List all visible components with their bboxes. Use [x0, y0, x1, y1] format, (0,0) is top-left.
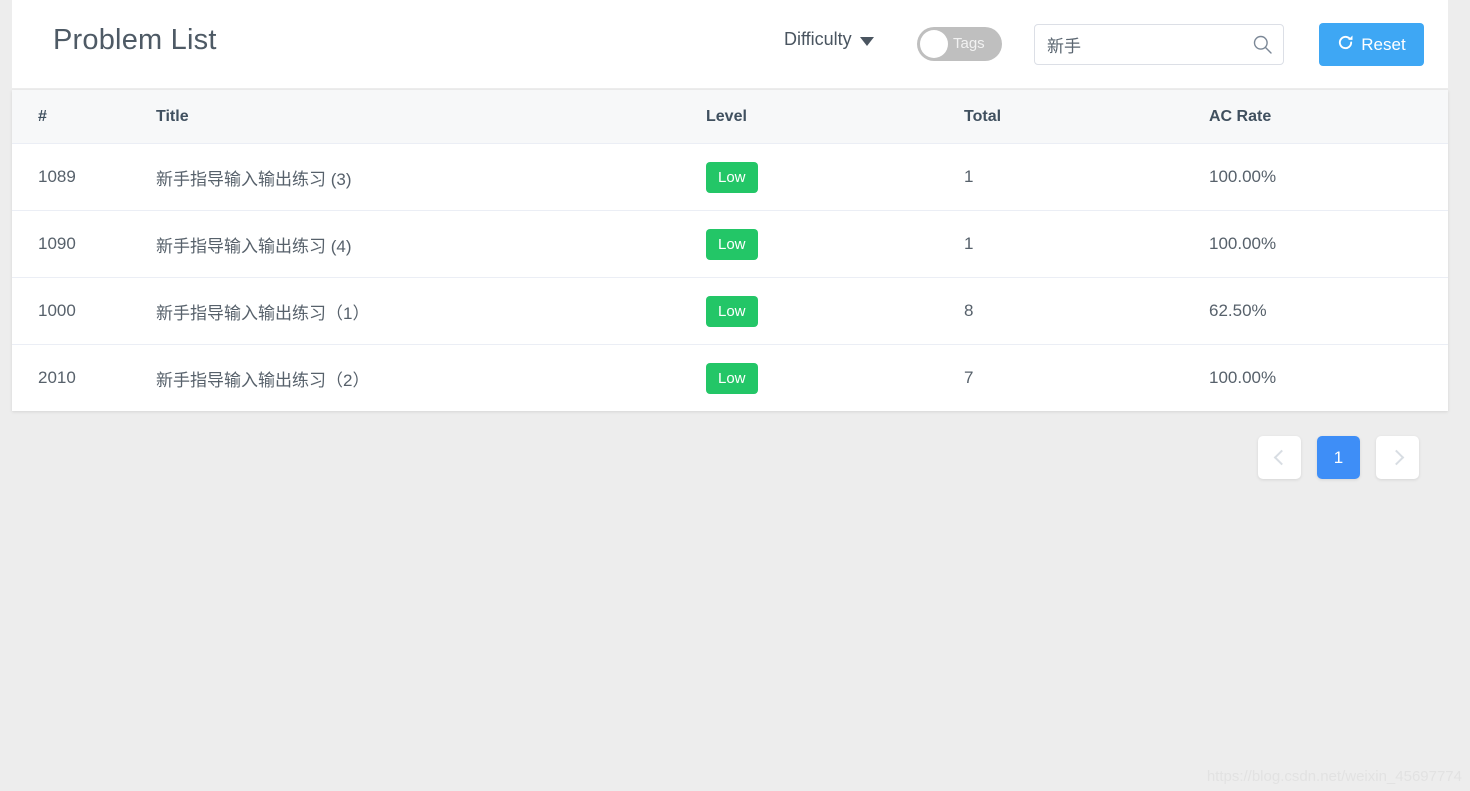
problem-title-link[interactable]: 新手指导输入输出练习（2） [156, 371, 369, 390]
cell-total: 1 [964, 210, 1209, 278]
pagination: 1 [1258, 436, 1419, 479]
watermark: https://blog.csdn.net/weixin_45697774 [1206, 768, 1462, 785]
problem-title-link[interactable]: 新手指导输入输出练习（1） [156, 304, 369, 323]
cell-title: 新手指导输入输出练习（2） [148, 345, 706, 412]
reset-button[interactable]: Reset [1319, 23, 1424, 66]
problem-title-link[interactable]: 新手指导输入输出练习 (4) [156, 237, 352, 256]
table-row[interactable]: 1000 新手指导输入输出练习（1） Low 8 62.50% [12, 277, 1448, 345]
chevron-right-icon [1388, 449, 1404, 466]
cell-ac-rate: 100.00% [1209, 368, 1277, 387]
cell-ac-rate: 100.00% [1209, 143, 1448, 211]
cell-id: 1089 [12, 143, 148, 211]
cell-total: 1 [964, 143, 1209, 211]
search-icon[interactable] [1253, 35, 1272, 54]
cell-ac-rate: 62.50% [1209, 277, 1448, 345]
column-header-level[interactable]: Level [706, 90, 964, 144]
reset-button-label: Reset [1361, 34, 1406, 54]
level-badge: Low [706, 295, 758, 327]
table-head: # Title Level Total AC Rate [12, 90, 1448, 144]
table-header-row: # Title Level Total AC Rate [12, 90, 1448, 144]
level-badge: Low [706, 161, 758, 193]
problem-table-card: # Title Level Total AC Rate 1089 新手指导输入输… [12, 90, 1448, 411]
cell-id: 2010 [38, 368, 76, 387]
page-title: Problem List [53, 24, 217, 56]
cell-title: 新手指导输入输出练习 (3) [148, 143, 706, 211]
level-badge: Low [706, 362, 758, 394]
chevron-down-icon [859, 36, 874, 46]
cell-total: 7 [964, 368, 974, 387]
tags-toggle[interactable]: Tags [917, 27, 1002, 61]
table-row[interactable]: 1090 新手指导输入输出练习 (4) Low 1 100.00% [12, 210, 1448, 278]
cell-level: Low [706, 210, 964, 278]
pagination-next-button[interactable] [1376, 436, 1419, 479]
difficulty-label: Difficulty [784, 29, 852, 49]
level-badge: Low [706, 228, 758, 260]
column-header-title[interactable]: Title [148, 90, 706, 144]
page-header: Problem List Difficulty Tags 新手 Reset [12, 0, 1448, 88]
table-body: 1089 新手指导输入输出练习 (3) Low 1 100.00% 1090 新… [12, 143, 1448, 412]
problem-title-link[interactable]: 新手指导输入输出练习 (3) [156, 170, 352, 189]
pagination-page-1[interactable]: 1 [1317, 436, 1360, 479]
cell-id: 1090 [12, 210, 148, 278]
column-header-total[interactable]: Total [964, 90, 1209, 144]
cell-level: Low [706, 277, 964, 345]
search-box[interactable] [1034, 24, 1284, 65]
chevron-left-icon [1273, 449, 1289, 466]
cell-id: 1000 [12, 277, 148, 345]
tags-toggle-label: Tags [953, 35, 985, 52]
toggle-knob [920, 30, 948, 58]
table-row[interactable]: 2010 新手指导输入输出练习（2） Low 7 100.00% [12, 345, 1448, 412]
search-input[interactable] [1035, 25, 1245, 64]
problem-list-page: Problem List Difficulty Tags 新手 Reset # … [0, 0, 1470, 791]
difficulty-dropdown[interactable]: Difficulty [784, 29, 874, 50]
cell-title: 新手指导输入输出练习（1） [148, 277, 706, 345]
refresh-icon [1337, 34, 1354, 56]
pagination-prev-button[interactable] [1258, 436, 1301, 479]
cell-level: Low [706, 345, 964, 412]
cell-level: Low [706, 143, 964, 211]
cell-total: 8 [964, 277, 1209, 345]
table-row[interactable]: 1089 新手指导输入输出练习 (3) Low 1 100.00% [12, 143, 1448, 211]
cell-title: 新手指导输入输出练习 (4) [148, 210, 706, 278]
cell-ac-rate: 100.00% [1209, 210, 1448, 278]
column-header-id[interactable]: # [12, 90, 148, 144]
problem-table: # Title Level Total AC Rate 1089 新手指导输入输… [12, 90, 1448, 411]
column-header-ac-rate[interactable]: AC Rate [1209, 90, 1448, 144]
